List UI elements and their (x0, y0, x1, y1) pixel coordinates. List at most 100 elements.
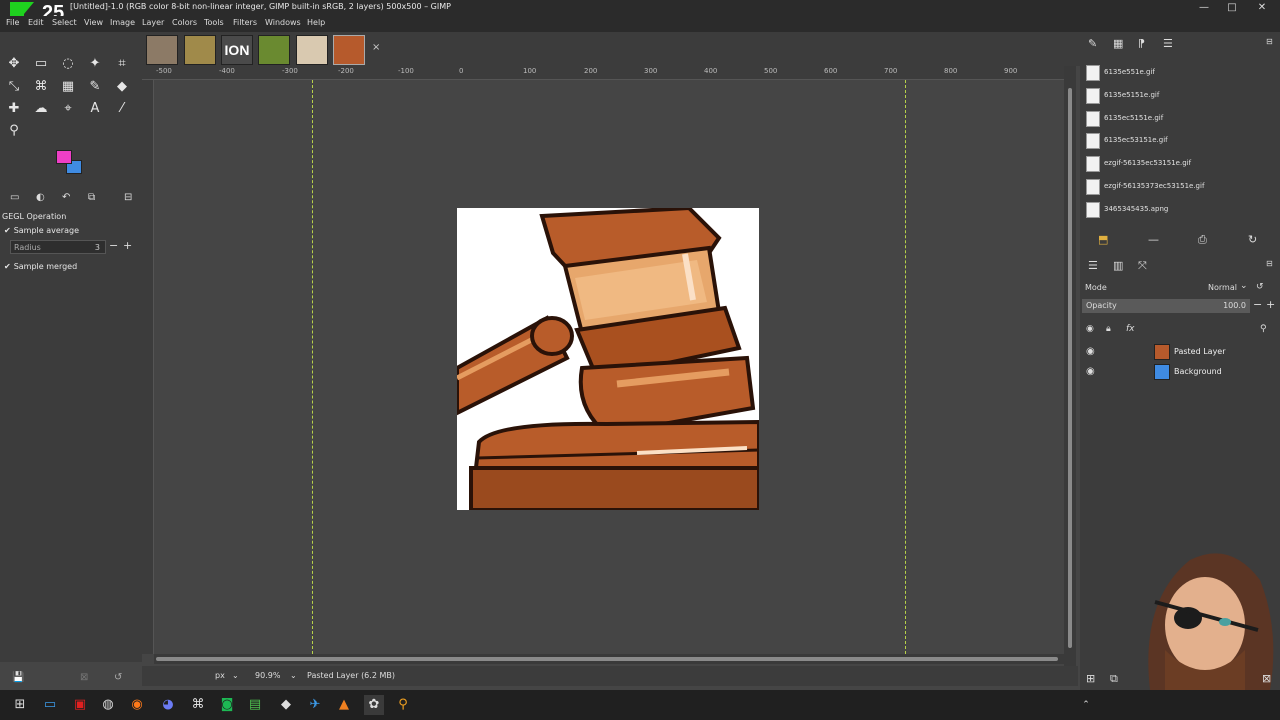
remove-entry-icon[interactable]: — (1148, 233, 1159, 246)
dock-menu-icon[interactable]: ⊟ (124, 192, 132, 203)
discord-icon[interactable]: ◕ (158, 695, 178, 715)
unit-selector[interactable]: px (215, 671, 225, 680)
list-item[interactable]: 6135e5151e.gif (1086, 87, 1266, 105)
effects-icon[interactable]: fx (1126, 324, 1135, 334)
layer-row[interactable]: ◉ Pasted Layer (1082, 342, 1278, 362)
path-icon[interactable]: ⌖ (58, 99, 78, 119)
visibility-lock-icon[interactable]: ◉ (1086, 324, 1094, 334)
patterns-tab-icon[interactable]: ▦ (1113, 37, 1123, 50)
menu-tools[interactable]: Tools (204, 18, 224, 27)
dock-menu-icon[interactable]: ⊟ (1266, 37, 1273, 46)
horizontal-scroll-thumb[interactable] (156, 657, 1058, 661)
radius-increase-icon[interactable]: + (123, 239, 132, 252)
list-item[interactable]: ezgif-56135373ec53151e.gif (1086, 178, 1266, 196)
menu-select[interactable]: Select (52, 18, 77, 27)
guide-line[interactable] (905, 80, 906, 654)
store-icon[interactable]: ▣ (70, 695, 90, 715)
menu-edit[interactable]: Edit (28, 18, 44, 27)
open-image-icon[interactable]: ⬒ (1098, 233, 1108, 246)
chevron-down-icon[interactable]: ⌄ (290, 671, 297, 680)
menu-windows[interactable]: Windows (265, 18, 301, 27)
paintbrush-icon[interactable]: ✎ (85, 77, 105, 97)
device-status-tab-icon[interactable]: ◐ (36, 192, 45, 203)
guide-line[interactable] (312, 80, 313, 654)
save-options-icon[interactable]: 💾 (12, 672, 24, 683)
menu-help[interactable]: Help (307, 18, 325, 27)
chevron-down-icon[interactable]: ⌄ (1240, 281, 1248, 291)
radius-spinner[interactable]: Radius 3 (10, 240, 106, 254)
steam2-icon[interactable]: ✈ (305, 695, 325, 715)
brushes-tab-icon[interactable]: ✎ (1088, 37, 1097, 50)
chevron-down-icon[interactable]: ⌄ (232, 671, 239, 680)
layer-row[interactable]: ◉ Background (1082, 362, 1278, 382)
gavel-active-thumb[interactable] (333, 35, 365, 65)
vlc-icon[interactable]: ▲ (334, 695, 354, 715)
character-thumb[interactable] (296, 35, 328, 65)
refresh-icon[interactable]: ↻ (1248, 233, 1257, 246)
clear-history-icon[interactable]: ⎙ (1198, 233, 1207, 247)
opacity-decrease-icon[interactable]: − (1253, 298, 1262, 311)
smudge-icon[interactable]: ☁ (31, 99, 51, 119)
reset-mode-icon[interactable]: ↺ (1256, 282, 1264, 292)
crop-icon[interactable]: ⌗ (112, 54, 132, 74)
rect-select-icon[interactable]: ▭ (31, 54, 51, 74)
undo-history-tab-icon[interactable]: ↶ (62, 192, 70, 203)
minimize-icon[interactable]: — (1194, 1, 1214, 15)
sample-average-checkbox[interactable]: ✔ Sample average (4, 226, 79, 235)
new-group-icon[interactable]: ⧉ (1110, 672, 1118, 686)
channels-tab-icon[interactable]: ▥ (1113, 259, 1123, 272)
opacity-increase-icon[interactable]: + (1266, 298, 1275, 311)
close-icon[interactable]: ✕ (1252, 1, 1272, 15)
list-item[interactable]: ezgif-56135ec53151e.gif (1086, 155, 1266, 173)
zoom-icon[interactable]: ⚲ (4, 121, 24, 141)
start-icon[interactable]: ⊞ (10, 695, 30, 715)
spotify-icon[interactable]: ◙ (217, 695, 237, 715)
scales-thumb[interactable] (184, 35, 216, 65)
new-layer-icon[interactable]: ⊞ (1086, 672, 1095, 685)
lasso-icon[interactable]: ◌ (58, 54, 78, 74)
images-tab-icon[interactable]: ⧉ (88, 192, 95, 203)
delete-options-icon[interactable]: ⊠ (80, 672, 88, 683)
fonts-tab-icon[interactable]: ⁋ (1138, 37, 1145, 50)
color-picker-icon[interactable]: ⁄ (112, 99, 132, 119)
app-icon[interactable]: ◆ (276, 695, 296, 715)
tray-chevron-icon[interactable]: ⌃ (1076, 695, 1096, 715)
file-explorer-icon[interactable]: ▭ (40, 695, 60, 715)
reset-options-icon[interactable]: ↺ (114, 672, 122, 683)
list-item[interactable]: 6135ec53151e.gif (1086, 132, 1266, 150)
menu-colors[interactable]: Colors (172, 18, 197, 27)
transform-icon[interactable]: ⤡ (4, 77, 24, 97)
steam-icon[interactable]: ◍ (98, 695, 118, 715)
maximize-icon[interactable]: □ (1222, 1, 1242, 15)
cage-icon[interactable]: ▦ (58, 77, 78, 97)
foreground-color-swatch[interactable] (56, 150, 72, 164)
menu-filters[interactable]: Filters (233, 18, 257, 27)
vertical-scrollbar[interactable] (1064, 66, 1076, 666)
firefox-icon[interactable]: ◉ (127, 695, 147, 715)
gamepad-icon[interactable]: ⌘ (188, 695, 208, 715)
layers-tab-icon[interactable]: ☰ (1088, 259, 1098, 272)
document-history-tab-icon[interactable]: ☰ (1163, 37, 1173, 50)
list-item[interactable]: 3465345435.apng (1086, 201, 1266, 219)
snake-thumb[interactable] (258, 35, 290, 65)
eye-icon[interactable]: ◉ (1086, 346, 1095, 357)
close-image-tab-icon[interactable]: × (372, 42, 380, 53)
sample-merged-checkbox[interactable]: ✔ Sample merged (4, 262, 77, 271)
radius-decrease-icon[interactable]: − (109, 239, 118, 252)
eraser-icon[interactable]: ◆ (112, 77, 132, 97)
delete-layer-icon[interactable]: ⊠ (1262, 672, 1271, 685)
fuzzy-select-icon[interactable]: ✦ (85, 54, 105, 74)
text-icon[interactable]: A (85, 99, 105, 119)
warp-icon[interactable]: ⌘ (31, 77, 51, 97)
horizontal-scrollbar[interactable] (154, 654, 1064, 664)
search-icon[interactable]: ⚲ (1260, 324, 1267, 334)
ion-thumb[interactable]: ION (221, 35, 253, 65)
list-item[interactable]: 6135e551e.gif (1086, 64, 1266, 82)
paths-tab-icon[interactable]: ⤧ (1138, 259, 1147, 273)
menu-layer[interactable]: Layer (142, 18, 164, 27)
zoom-selector[interactable]: 90.9% (255, 671, 280, 680)
menu-view[interactable]: View (84, 18, 103, 27)
canvas-image[interactable] (457, 208, 759, 510)
move-icon[interactable]: ✥ (4, 54, 24, 74)
dock-menu-icon[interactable]: ⊟ (1266, 259, 1273, 268)
